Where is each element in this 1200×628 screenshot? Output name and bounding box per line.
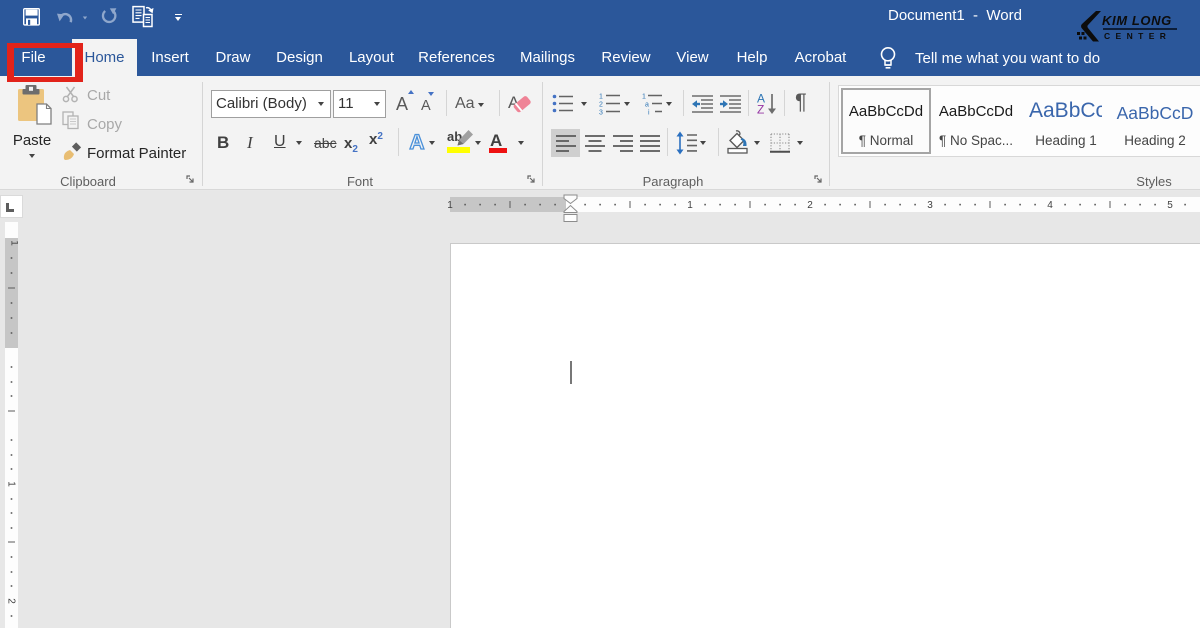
svg-text:1: 1 — [599, 94, 603, 101]
svg-text:3: 3 — [927, 200, 933, 211]
svg-text:1: 1 — [642, 94, 646, 101]
svg-text:3: 3 — [599, 110, 603, 117]
svg-text:2: 2 — [6, 598, 17, 604]
svg-text:a: a — [645, 102, 649, 109]
svg-text:1: 1 — [447, 200, 453, 211]
svg-text:1: 1 — [687, 200, 693, 211]
svg-text:5: 5 — [1167, 200, 1173, 211]
svg-text:2: 2 — [807, 200, 813, 211]
svg-text:i: i — [648, 110, 650, 117]
svg-text:1: 1 — [9, 240, 19, 246]
svg-text:4: 4 — [1047, 200, 1053, 211]
svg-text:1: 1 — [6, 481, 17, 487]
svg-text:2: 2 — [599, 102, 603, 109]
svg-text:A: A — [409, 131, 424, 153]
svg-text:Z: Z — [757, 103, 764, 116]
